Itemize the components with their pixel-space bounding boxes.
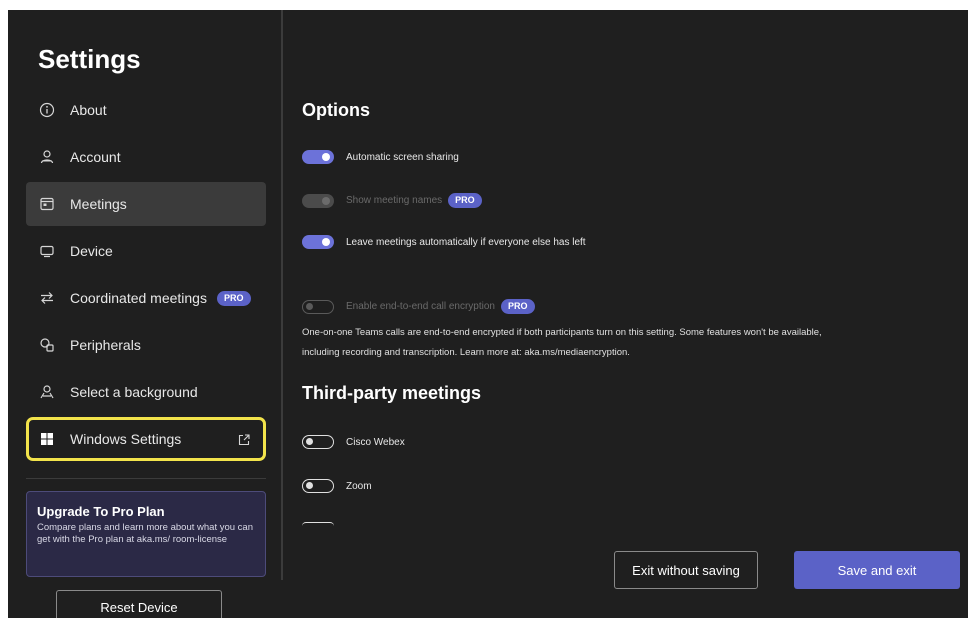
- encryption-description-line: including recording and transcription. L…: [302, 347, 630, 358]
- device-icon: [38, 242, 56, 260]
- toggle-switch[interactable]: [302, 193, 334, 208]
- page-title: Settings: [38, 44, 141, 74]
- encryption-description: One-on-one Teams calls are end-to-end en…: [302, 323, 942, 363]
- sidebar-item-about[interactable]: About: [26, 88, 266, 132]
- sidebar-nav: About Account Meetings Device Coordinate…: [26, 88, 266, 464]
- main-content: Options Automatic screen sharing Show me…: [302, 10, 962, 618]
- toggle-switch[interactable]: [302, 299, 334, 314]
- sidebar: Settings About Account Meetings Device C…: [8, 10, 280, 618]
- option-leave-meetings-automatically: Leave meetings automatically if everyone…: [302, 235, 586, 249]
- option-label: Enable end-to-end call encryption: [346, 301, 495, 312]
- option-label: Zoom: [346, 480, 372, 492]
- sidebar-item-peripherals[interactable]: Peripherals: [26, 323, 266, 367]
- sidebar-item-label: Windows Settings: [70, 431, 182, 447]
- toggle-switch[interactable]: [302, 235, 334, 249]
- third-party-heading: Third-party meetings: [302, 383, 482, 403]
- settings-window: Settings About Account Meetings Device C…: [8, 10, 968, 618]
- option-label: Cisco Webex: [346, 436, 405, 448]
- sidebar-item-coordinated-meetings[interactable]: Coordinated meetings PRO: [26, 276, 266, 320]
- toggle-switch[interactable]: [302, 435, 334, 449]
- calendar-icon: [38, 195, 56, 213]
- sidebar-item-meetings[interactable]: Meetings: [26, 182, 266, 226]
- pro-badge: PRO: [216, 290, 251, 306]
- sidebar-item-select-a-background[interactable]: Select a background: [26, 370, 266, 414]
- sidebar-item-label: About: [70, 102, 107, 118]
- upgrade-card[interactable]: Upgrade To Pro Plan Compare plans and le…: [26, 491, 266, 577]
- pro-badge: PRO: [500, 299, 535, 314]
- upgrade-title: Upgrade To Pro Plan: [37, 504, 165, 519]
- info-icon: [38, 101, 56, 119]
- option-end-to-end-encryption: Enable end-to-end call encryption PRO: [302, 299, 535, 314]
- sidebar-item-label: Select a background: [70, 384, 198, 400]
- third-party-zoom: Zoom: [302, 479, 372, 493]
- option-label: Leave meetings automatically if everyone…: [346, 236, 586, 248]
- external-link-icon: [237, 433, 251, 447]
- arrows-icon: [38, 289, 56, 307]
- third-party-cisco-webex: Cisco Webex: [302, 435, 405, 449]
- upgrade-text: Compare plans and learn more about what …: [37, 522, 253, 545]
- toggle-switch-partial[interactable]: [302, 522, 334, 526]
- sidebar-item-windows-settings[interactable]: Windows Settings: [26, 417, 266, 461]
- option-show-meeting-names: Show meeting names PRO: [302, 193, 482, 208]
- toggle-switch[interactable]: [302, 479, 334, 493]
- sidebar-item-label: Coordinated meetings: [70, 290, 207, 306]
- account-icon: [38, 148, 56, 166]
- sidebar-item-device[interactable]: Device: [26, 229, 266, 273]
- option-automatic-screen-sharing: Automatic screen sharing: [302, 150, 459, 164]
- option-label: Automatic screen sharing: [346, 151, 459, 163]
- toggle-switch[interactable]: [302, 150, 334, 164]
- sidebar-item-label: Peripherals: [70, 337, 141, 353]
- options-heading: Options: [302, 100, 370, 120]
- save-and-exit-button[interactable]: Save and exit: [794, 551, 960, 589]
- sidebar-item-label: Meetings: [70, 196, 127, 212]
- sidebar-item-label: Device: [70, 243, 113, 259]
- encryption-description-line: One-on-one Teams calls are end-to-end en…: [302, 327, 822, 338]
- peripherals-icon: [38, 336, 56, 354]
- vertical-divider: [281, 10, 283, 580]
- pro-badge: PRO: [448, 193, 482, 208]
- reset-device-button[interactable]: Reset Device: [56, 590, 222, 618]
- exit-without-saving-button[interactable]: Exit without saving: [614, 551, 758, 589]
- background-icon: [38, 383, 56, 401]
- sidebar-divider: [26, 478, 266, 479]
- sidebar-item-account[interactable]: Account: [26, 135, 266, 179]
- sidebar-item-label: Account: [70, 149, 121, 165]
- windows-icon: [38, 430, 56, 448]
- option-label: Show meeting names: [346, 195, 443, 206]
